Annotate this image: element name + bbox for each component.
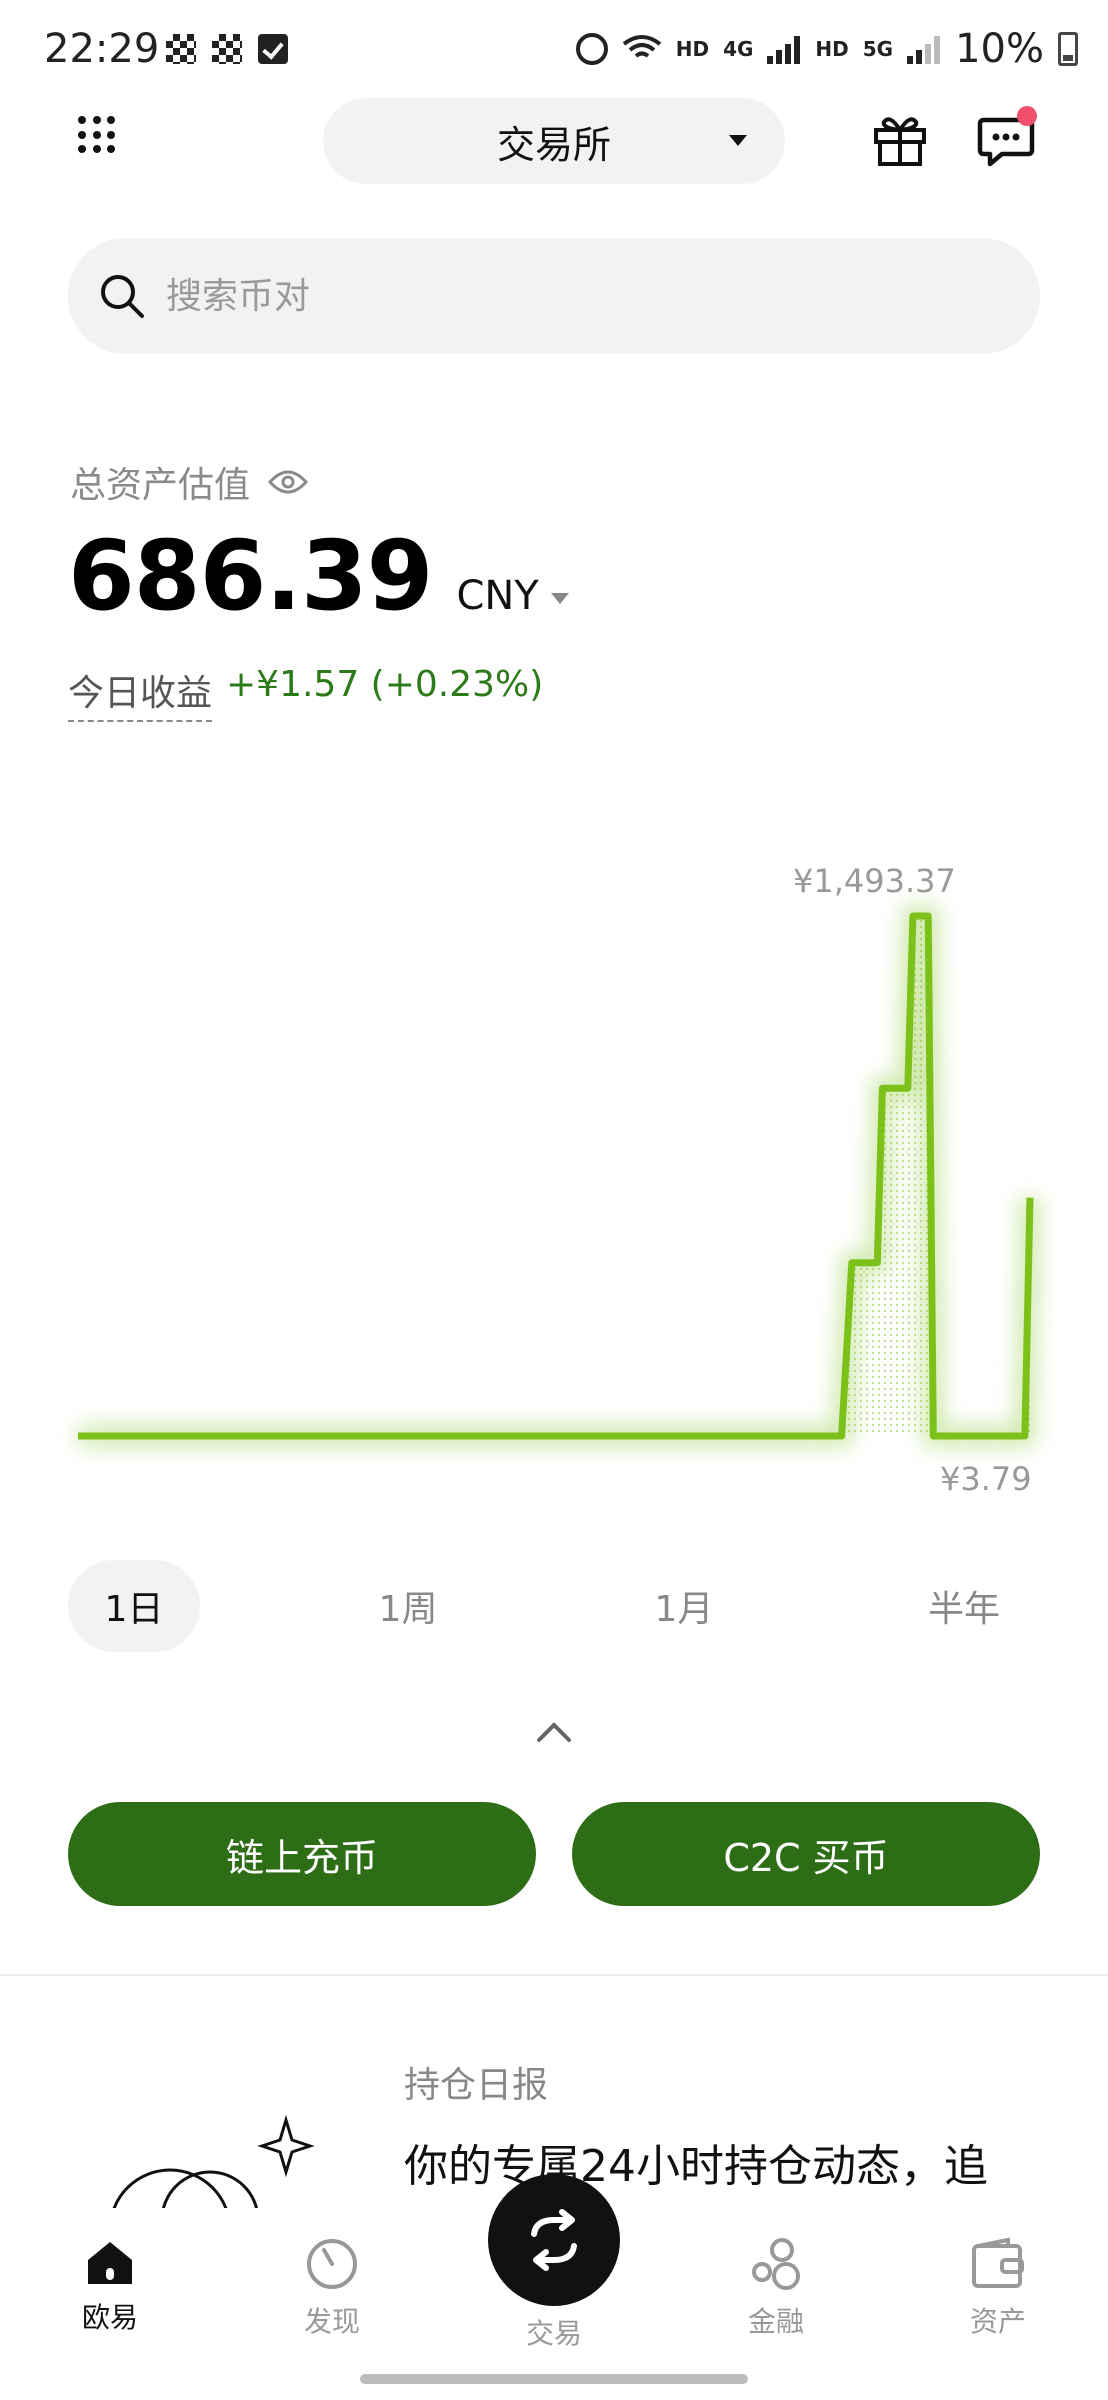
chart-min-label: ¥3.79 [940, 1460, 1032, 1498]
exchange-mode-dropdown[interactable]: 交易所 [323, 98, 785, 184]
tab-6m[interactable]: 半年 [898, 1560, 1030, 1652]
status-bar: 22:29 HD 4G HD 5G 10% [0, 0, 1108, 100]
nav-trade-label[interactable]: 交易 [488, 2312, 620, 2352]
section-divider [0, 1974, 1108, 1976]
chevron-down-icon [729, 135, 747, 146]
notification-dot [1017, 106, 1037, 126]
total-assets-row: 686.39 CNY [68, 520, 569, 632]
nav-assets[interactable]: 资产 [918, 2236, 1078, 2340]
home-icon [88, 2242, 132, 2284]
status-right: HD 4G HD 5G 10% [575, 26, 1078, 72]
network-label-hd: HD [675, 37, 710, 61]
home-indicator[interactable] [360, 2374, 748, 2384]
total-assets-label: 总资产估值 [70, 465, 251, 506]
nav-discover[interactable]: 发现 [252, 2236, 412, 2340]
trade-fab-button[interactable] [488, 2174, 620, 2306]
wallet-icon [972, 2237, 1024, 2288]
battery-percent: 10% [955, 26, 1044, 72]
checkbox-notification-icon [258, 34, 288, 64]
network-label-5g: 5G [862, 37, 894, 61]
asset-line-chart [78, 905, 1041, 1447]
bottom-navigation: 欧易 发现 交易 金融 资产 [0, 2174, 1108, 2400]
status-notification-icons [166, 34, 288, 64]
eye-icon[interactable] [268, 468, 309, 496]
tab-1w[interactable]: 1周 [342, 1560, 474, 1652]
top-header: 交易所 [0, 98, 1108, 184]
total-assets-label-row: 总资产估值 [70, 456, 309, 508]
chart-max-label: ¥1,493.37 [793, 862, 956, 900]
today-pnl-value: +¥1.57 (+0.23%) [226, 664, 544, 705]
battery-icon [1058, 32, 1078, 66]
nav-discover-label: 发现 [303, 2305, 360, 2338]
today-pnl-label[interactable]: 今日收益 [68, 664, 213, 722]
finance-bubbles-icon [752, 2238, 800, 2290]
notification-app-icon [166, 34, 196, 64]
nav-finance-label: 金融 [747, 2305, 804, 2338]
currency-label: CNY [456, 573, 539, 619]
nav-assets-label: 资产 [969, 2305, 1026, 2338]
nav-home-label: 欧易 [81, 2301, 138, 2334]
wifi-icon [622, 35, 661, 58]
time-range-tabs: 1日 1周 1月 半年 [68, 1560, 1040, 1652]
daily-report-title: 持仓日报 [404, 2065, 549, 2106]
nav-home[interactable]: 欧易 [30, 2236, 190, 2336]
signal-icon [767, 34, 801, 64]
network-label-4g: 4G [723, 37, 754, 61]
gift-icon[interactable] [872, 112, 928, 168]
app-grid-menu-icon[interactable] [78, 116, 130, 168]
total-assets-value: 686.39 [68, 520, 433, 632]
status-time: 22:29 [44, 26, 160, 72]
chevron-up-icon[interactable] [535, 1716, 573, 1746]
compass-icon [307, 2239, 357, 2289]
caret-down-icon [550, 592, 569, 604]
swap-arrows-icon [531, 2209, 577, 2271]
search-icon [101, 275, 144, 318]
daily-report-text[interactable]: 你的专属24小时持仓动态，追 [404, 2130, 1084, 2194]
today-pnl-row: 今日收益 +¥1.57 (+0.23%) [68, 664, 543, 722]
network-label-hd: HD [815, 37, 849, 61]
search-input[interactable] [166, 275, 966, 317]
alarm-icon [575, 33, 608, 65]
onchain-deposit-button[interactable]: 链上充币 [68, 1802, 536, 1906]
tab-1m[interactable]: 1月 [618, 1560, 750, 1652]
nav-finance[interactable]: 金融 [696, 2236, 856, 2340]
c2c-buy-button[interactable]: C2C 买币 [572, 1802, 1040, 1906]
tab-1d[interactable]: 1日 [68, 1560, 200, 1652]
currency-selector[interactable]: CNY [456, 573, 569, 619]
signal-icon [907, 34, 941, 64]
notification-app-icon [212, 34, 242, 64]
exchange-mode-label: 交易所 [496, 122, 611, 167]
search-bar[interactable] [68, 238, 1040, 354]
